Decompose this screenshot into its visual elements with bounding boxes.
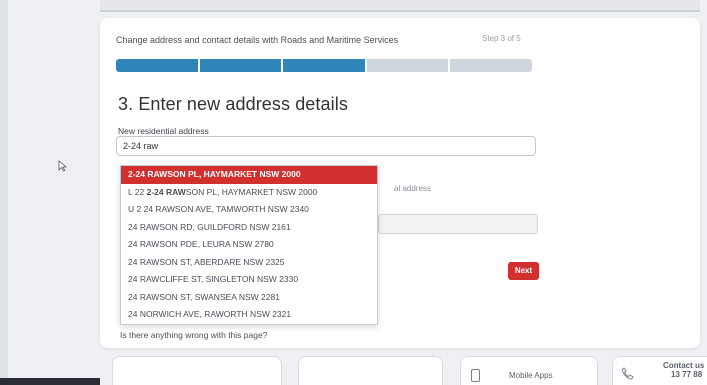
progress-segment bbox=[116, 59, 198, 72]
address-suggestion-item[interactable]: 24 RAWSON ST, SWANSEA NSW 2281 bbox=[121, 289, 377, 307]
suggestion-text: 24 RAWSON ST, SWANSEA NSW 2281 bbox=[128, 291, 280, 302]
step-indicator: Step 3 of 5 bbox=[482, 34, 521, 43]
address-suggestion-item[interactable]: L 22 2-24 RAWSON PL, HAYMARKET NSW 2000 bbox=[121, 184, 377, 202]
suggestion-text: 24 RAWCLIFFE ST, SINGLETON NSW 2330 bbox=[128, 274, 299, 284]
suggestion-text: 24 NORWICH AVE, RAWORTH NSW 2321 bbox=[128, 309, 292, 319]
address-suggestion-item[interactable]: 24 RAWSON PDE, LEURA NSW 2780 bbox=[121, 236, 377, 254]
footer-card-middle[interactable] bbox=[298, 356, 443, 385]
footer-card-left[interactable] bbox=[112, 356, 282, 385]
address-suggestion-item[interactable]: U 2 24 RAWSON AVE, TAMWORTH NSW 2340 bbox=[121, 201, 377, 219]
progress-segment bbox=[450, 59, 532, 72]
postal-address-label: al address bbox=[394, 184, 431, 193]
suggestion-text: SON PL, HAYMARKET NSW 2000 bbox=[185, 186, 318, 197]
footer-contact-card[interactable]: Contact us 13 77 88 bbox=[612, 356, 707, 385]
report-problem-link[interactable]: Is there anything wrong with this page? bbox=[120, 330, 267, 340]
contact-phone: 13 77 88 bbox=[671, 370, 703, 379]
page-title: 3. Enter new address details bbox=[118, 94, 348, 114]
address-suggestion-item[interactable]: 2-24 RAWSON PL, HAYMARKET NSW 2000 bbox=[121, 166, 377, 184]
suggestion-text: 24 RAWSON ST, ABERDARE NSW 2325 bbox=[128, 256, 285, 267]
address-input[interactable]: 2-24 raw bbox=[116, 136, 536, 156]
suggestion-text: SON PL, HAYMARKET NSW 2000 bbox=[167, 169, 301, 179]
progress-segment bbox=[199, 59, 282, 72]
address-suggestion-item[interactable]: 24 RAWSON ST, ABERDARE NSW 2325 bbox=[121, 254, 377, 272]
address-suggestions-dropdown: 2-24 RAWSON PL, HAYMARKET NSW 2000 L 22 2… bbox=[120, 165, 378, 325]
mobile-apps-label: Mobile Apps bbox=[509, 371, 553, 380]
suggestion-text: 24 RAWSON PDE, LEURA NSW 2780 bbox=[128, 239, 274, 249]
form-card: Change address and contact details with … bbox=[100, 18, 700, 348]
address-suggestion-item[interactable]: 24 RAWSON RD, GUILDFORD NSW 2161 bbox=[121, 219, 377, 237]
phone-icon bbox=[471, 369, 480, 382]
top-strip bbox=[100, 0, 700, 12]
address-label: New residential address bbox=[118, 126, 209, 136]
footer-mobile-apps-card[interactable]: Mobile Apps bbox=[460, 356, 598, 385]
suggestion-match: 2-24 RAW bbox=[146, 186, 186, 197]
address-suggestion-item[interactable]: 24 NORWICH AVE, RAWORTH NSW 2321 bbox=[121, 306, 377, 324]
progress-bar bbox=[116, 59, 532, 72]
suggestion-text: U 2 24 RAWSON AVE, TAMWORTH NSW 2340 bbox=[128, 204, 309, 214]
phone-handset-icon bbox=[621, 367, 634, 380]
suggestion-prefix: L 22 bbox=[128, 186, 147, 197]
address-suggestion-item[interactable]: 24 RAWCLIFFE ST, SINGLETON NSW 2330 bbox=[121, 271, 377, 289]
postal-address-input[interactable] bbox=[378, 214, 538, 234]
taskbar-edge bbox=[0, 378, 100, 385]
mouse-cursor-icon bbox=[58, 160, 68, 172]
form-title: Change address and contact details with … bbox=[116, 35, 399, 45]
progress-segment bbox=[283, 59, 365, 72]
suggestion-match: 2-24 RAW bbox=[128, 169, 168, 179]
suggestion-text: 24 RAWSON RD, GUILDFORD NSW 2161 bbox=[128, 221, 291, 232]
contact-label: Contact us bbox=[663, 361, 705, 370]
next-button[interactable]: Next bbox=[508, 262, 539, 280]
progress-segment bbox=[366, 59, 449, 72]
